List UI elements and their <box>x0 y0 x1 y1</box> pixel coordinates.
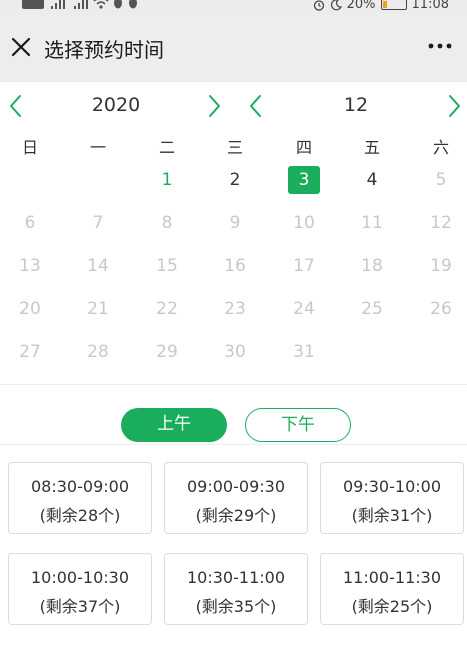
page-title: 选择预约时间 <box>44 38 164 62</box>
calendar-day-disabled: 22 <box>156 299 178 319</box>
calendar-day-disabled: 28 <box>87 342 109 362</box>
calendar: 2020 12 日一二三四五六 1 2 3 4 5 6 7 8 9 10 11 12 13 14 15 16 1… <box>0 82 467 382</box>
calendar-day[interactable]: 4 <box>356 166 388 194</box>
calendar-day-disabled: 31 <box>293 342 315 362</box>
time-slot-range: 11:00-11:30 <box>343 568 441 587</box>
calendar-day-disabled: 7 <box>92 213 104 233</box>
time-slot-range: 08:30-09:00 <box>31 477 129 496</box>
time-slot-card[interactable]: 10:00-10:30 (剩余37个) <box>8 553 152 625</box>
weekday-label: 一 <box>89 138 106 157</box>
signal-icon-2 <box>74 0 88 9</box>
weekday-label: 二 <box>158 138 175 157</box>
weekday-label: 日 <box>21 138 38 157</box>
calendar-day-disabled: 29 <box>156 342 178 362</box>
calendar-day-disabled: 23 <box>224 299 246 319</box>
calendar-day[interactable]: 2 <box>219 166 251 194</box>
prev-year-chevron-left-icon[interactable] <box>8 94 24 118</box>
calendar-day-disabled: 12 <box>430 213 452 233</box>
calendar-day-disabled: 17 <box>293 256 315 276</box>
more-icon[interactable] <box>427 36 453 56</box>
signal-icon <box>51 0 65 9</box>
time-slot-card[interactable]: 10:30-11:00 (剩余35个) <box>164 553 308 625</box>
clock-time: 11:08 <box>411 0 449 12</box>
wifi-icon <box>93 0 109 9</box>
month-label: 12 <box>343 94 369 116</box>
hd-icon <box>22 0 44 9</box>
calendar-day-disabled: 30 <box>224 342 246 362</box>
time-slot-range: 09:30-10:00 <box>343 477 441 496</box>
time-slot-remaining: (剩余37个) <box>39 597 121 616</box>
next-month-chevron-right-icon[interactable] <box>446 94 462 118</box>
calendar-day-disabled: 10 <box>293 213 315 233</box>
weekday-label: 四 <box>295 138 312 157</box>
alarm-icon <box>313 0 324 11</box>
calendar-day-disabled: 13 <box>19 256 41 276</box>
battery-percent: 20% <box>346 0 376 12</box>
calendar-day-disabled: 15 <box>156 256 178 276</box>
battery-fill <box>382 1 387 8</box>
qq-icon <box>114 0 122 9</box>
tab-morning[interactable]: 上午 <box>121 408 227 442</box>
moon-icon <box>330 0 342 10</box>
status-icons-left <box>22 0 139 9</box>
time-slot-card[interactable]: 11:00-11:30 (剩余25个) <box>320 553 464 625</box>
status-icons-right: 20% 11:08 <box>313 0 449 12</box>
weekday-label: 三 <box>226 138 243 157</box>
battery-icon <box>380 0 407 10</box>
time-slot-remaining: (剩余35个) <box>195 597 277 616</box>
tab-afternoon[interactable]: 下午 <box>245 408 351 442</box>
time-slot-card[interactable]: 08:30-09:00 (剩余28个) <box>8 462 152 534</box>
calendar-day-disabled: 18 <box>361 256 383 276</box>
calendar-day-disabled: 21 <box>87 299 109 319</box>
year-label: 2020 <box>91 94 141 116</box>
status-bar: 20% 11:08 <box>0 0 467 14</box>
calendar-day-disabled: 20 <box>19 299 41 319</box>
divider <box>0 444 467 445</box>
time-slot-card[interactable]: 09:30-10:00 (剩余31个) <box>320 462 464 534</box>
time-slot-remaining: (剩余28个) <box>39 506 121 525</box>
title-bar: 选择预约时间 <box>0 14 467 82</box>
weekday-label: 五 <box>363 138 380 157</box>
calendar-day-disabled: 25 <box>361 299 383 319</box>
calendar-day-disabled: 14 <box>87 256 109 276</box>
calendar-day-disabled: 5 <box>435 170 447 190</box>
calendar-day-disabled: 9 <box>229 213 241 233</box>
calendar-day-selected[interactable]: 3 <box>288 166 320 194</box>
close-icon[interactable] <box>10 36 32 58</box>
prev-month-chevron-left-icon[interactable] <box>248 94 264 118</box>
time-slot-range: 10:00-10:30 <box>31 568 129 587</box>
weekday-header: 日一二三四五六 <box>0 134 467 157</box>
calendar-day-disabled: 8 <box>161 213 173 233</box>
time-slot-range: 09:00-09:30 <box>187 477 285 496</box>
calendar-day-disabled: 24 <box>293 299 315 319</box>
calendar-day-disabled: 19 <box>430 256 452 276</box>
qq-icon-2 <box>129 0 137 9</box>
calendar-day-disabled: 27 <box>19 342 41 362</box>
calendar-day-disabled: 26 <box>430 299 452 319</box>
time-slot-remaining: (剩余29个) <box>195 506 277 525</box>
divider <box>0 384 467 385</box>
weekday-label: 六 <box>432 138 449 157</box>
time-slot-remaining: (剩余25个) <box>351 597 433 616</box>
time-slot-range: 10:30-11:00 <box>187 568 285 587</box>
time-slot-remaining: (剩余31个) <box>351 506 433 525</box>
calendar-day-disabled: 11 <box>361 213 383 233</box>
time-slot-card[interactable]: 09:00-09:30 (剩余29个) <box>164 462 308 534</box>
calendar-day-disabled: 16 <box>224 256 246 276</box>
next-year-chevron-right-icon[interactable] <box>206 94 222 118</box>
calendar-day-today[interactable]: 1 <box>151 166 183 194</box>
calendar-day-disabled: 6 <box>24 213 36 233</box>
